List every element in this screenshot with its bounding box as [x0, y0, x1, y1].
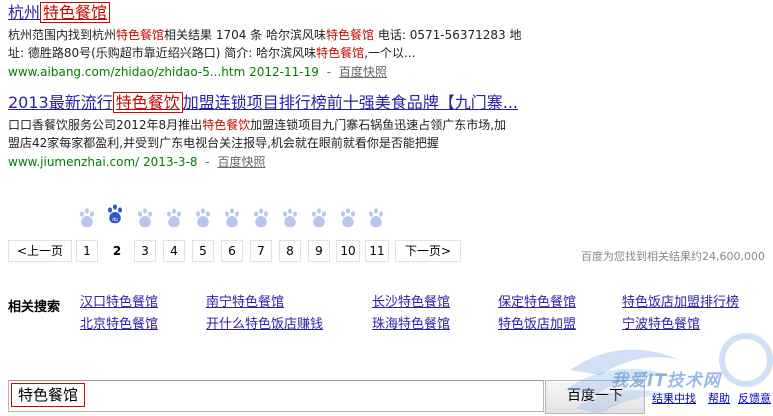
abstract-line: 口口香餐饮服务公司2012年8月推出特色餐饮加盟连锁项目九门寨石锅鱼迅速占领广东…	[8, 116, 568, 134]
feedback-link[interactable]: 反馈意	[738, 390, 771, 406]
result-meta: www.jiumenzhai.com/ 2013-3-8 - 百度快照	[8, 154, 568, 170]
baidu-paw-icon	[310, 208, 328, 230]
result-abstract: 杭州范围内找到杭州特色餐馆相关结果 1704 条 哈尔滨风味特色餐馆 电话: 0…	[8, 26, 568, 62]
abstract-line: 杭州范围内找到杭州特色餐馆相关结果 1704 条 哈尔滨风味特色餐馆 电话: 0…	[8, 26, 568, 44]
page-3-button[interactable]: 3	[134, 240, 156, 262]
highlight-keyword: 特色餐馆	[326, 28, 375, 42]
related-search-link[interactable]: 汉口特色餐馆	[80, 294, 158, 312]
pager-paw-row: du	[78, 204, 398, 232]
abstract-text: 址: 德胜路80号(乐购超市靠近绍兴路口) 简介: 哈尔滨风味	[8, 46, 317, 60]
result-count: 百度为您找到相关结果约24,600,000	[581, 250, 765, 263]
snapshot-link[interactable]: 百度快照	[217, 155, 265, 169]
title-text: 2013最新流行	[8, 93, 113, 112]
search-box: 特色餐馆	[8, 380, 544, 412]
page-1-button[interactable]: 1	[76, 240, 98, 262]
baidu-paw-icon	[223, 208, 241, 230]
highlight-keyword: 特色餐饮	[202, 118, 251, 132]
result-url: www.jiumenzhai.com/ 2013-3-8	[8, 155, 198, 169]
title-text: 杭州	[8, 3, 41, 22]
page-9-button[interactable]: 9	[308, 240, 330, 262]
page-4-button[interactable]: 4	[163, 240, 185, 262]
baidu-paw-icon	[252, 208, 270, 230]
baidu-paw-icon	[281, 208, 299, 230]
baidu-paw-icon	[339, 208, 357, 230]
related-search-link[interactable]: 长沙特色餐馆	[372, 294, 450, 312]
result-meta: www.aibang.com/zhidao/zhidao-5...htm 201…	[8, 64, 568, 80]
highlight-keyword: 特色餐馆	[116, 28, 165, 42]
page-11-button[interactable]: 11	[365, 240, 389, 262]
snapshot-link[interactable]: 百度快照	[339, 65, 387, 79]
title-keyword: 特色餐馆	[40, 2, 111, 23]
result-title-link[interactable]: 杭州 特色餐馆	[8, 2, 111, 23]
svg-text:du: du	[112, 217, 118, 223]
related-search-link[interactable]: 南宁特色餐馆	[206, 294, 284, 312]
search-input[interactable]: 特色餐馆	[11, 383, 86, 407]
result-title[interactable]: 杭州 特色餐馆	[8, 2, 568, 24]
prev-page-button[interactable]: <上一页	[8, 240, 72, 262]
page-5-button[interactable]: 5	[192, 240, 214, 262]
related-search-link[interactable]: 北京特色餐馆	[80, 316, 158, 334]
related-search-link[interactable]: 开什么特色饭店赚钱	[206, 316, 323, 334]
abstract-line: 址: 德胜路80号(乐购超市靠近绍兴路口) 简介: 哈尔滨风味特色餐馆,一个以.…	[8, 44, 568, 62]
baidu-paw-icon	[194, 208, 212, 230]
abstract-text: 加盟连锁项目九门寨石锅鱼迅速占领广东市场,加	[250, 118, 507, 132]
abstract-text: 相关结果 1704 条 哈尔滨风味	[164, 28, 327, 42]
search-within-link[interactable]: 结果中找	[652, 390, 696, 406]
baidu-paw-icon	[136, 208, 154, 230]
related-searches-title: 相关搜索	[8, 300, 61, 315]
snapshot-sep: -	[326, 65, 332, 79]
search-result: 杭州 特色餐馆 杭州范围内找到杭州特色餐馆相关结果 1704 条 哈尔滨风味特色餐…	[8, 2, 568, 80]
result-abstract: 口口香餐饮服务公司2012年8月推出特色餐饮加盟连锁项目九门寨石锅鱼迅速占领广东…	[8, 116, 568, 152]
help-link[interactable]: 帮助	[708, 390, 730, 406]
related-search-link[interactable]: 特色饭店加盟	[498, 316, 576, 334]
title-text: 加盟连锁项目排行榜前十强美食品牌【九门寨...	[182, 93, 519, 112]
next-page-button[interactable]: 下一页>	[395, 240, 461, 262]
search-result: 2013最新流行 特色餐饮 加盟连锁项目排行榜前十强美食品牌【九门寨... 口口香餐…	[8, 92, 568, 170]
abstract-line: 盟店42家每家都盈利,并受到广东电视台关注报导,机会就在眼前就看你是否能把握	[8, 134, 568, 152]
related-search-link[interactable]: 特色饭店加盟排行榜	[622, 294, 739, 312]
baidu-paw-icon: du	[106, 204, 124, 226]
watermark-text: 我爱IT技术网	[611, 371, 721, 391]
abstract-text: 口口香餐饮服务公司2012年8月推出	[8, 118, 203, 132]
related-search-link[interactable]: 保定特色餐馆	[498, 294, 576, 312]
abstract-text: 杭州范围内找到杭州	[8, 28, 117, 42]
abstract-text: 盟店42家每家都盈利,并受到广东电视台关注报导,机会就在眼前就看你是否能把握	[8, 136, 439, 150]
page-8-button[interactable]: 8	[279, 240, 301, 262]
page-2-button[interactable]: 2	[106, 240, 128, 262]
related-search-link[interactable]: 宁波特色餐馆	[622, 316, 700, 334]
page-6-button[interactable]: 6	[221, 240, 243, 262]
abstract-text: 电话: 0571-56371283 地	[374, 28, 522, 42]
title-keyword: 特色餐饮	[112, 92, 183, 113]
highlight-keyword: 特色餐馆	[316, 46, 365, 60]
result-title[interactable]: 2013最新流行 特色餐饮 加盟连锁项目排行榜前十强美食品牌【九门寨...	[8, 92, 568, 114]
baidu-paw-icon	[78, 208, 96, 230]
baidu-paw-icon	[165, 208, 183, 230]
baidu-paw-icon	[367, 208, 385, 230]
snapshot-sep: -	[205, 155, 210, 169]
page-7-button[interactable]: 7	[250, 240, 272, 262]
result-title-link[interactable]: 2013最新流行 特色餐饮 加盟连锁项目排行榜前十强美食品牌【九门寨...	[8, 92, 518, 113]
page-10-button[interactable]: 10	[336, 240, 360, 262]
related-search-link[interactable]: 珠海特色餐馆	[372, 316, 450, 334]
abstract-text: ,一个以...	[364, 46, 416, 60]
result-url: www.aibang.com/zhidao/zhidao-5...htm 201…	[8, 65, 319, 79]
